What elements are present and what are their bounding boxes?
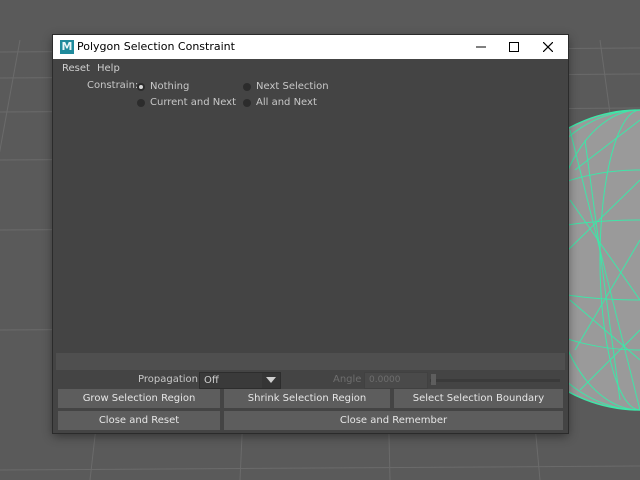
polygon-selection-constraint-dialog: M Polygon Selection Constraint Reset Hel… xyxy=(53,35,568,433)
menu-help[interactable]: Help xyxy=(97,59,120,79)
radio-nothing-label: Nothing xyxy=(150,81,190,92)
radio-unselected-icon xyxy=(137,99,145,107)
slider-track xyxy=(430,379,560,382)
maximize-icon xyxy=(509,42,519,52)
radio-selected-icon xyxy=(137,83,145,91)
grow-selection-region-button[interactable]: Grow Selection Region xyxy=(58,389,220,408)
separator-bar xyxy=(56,353,565,370)
minimize-button[interactable] xyxy=(463,35,499,59)
radio-next-selection-label: Next Selection xyxy=(256,81,329,92)
maximize-button[interactable] xyxy=(496,35,532,59)
menu-reset[interactable]: Reset xyxy=(62,59,90,79)
select-selection-boundary-button[interactable]: Select Selection Boundary xyxy=(394,389,563,408)
propagation-value: Off xyxy=(204,375,219,386)
radio-current-and-next-label: Current and Next xyxy=(150,97,237,108)
angle-input[interactable]: 0.0000 xyxy=(364,372,428,389)
constrain-label: Constrain: xyxy=(87,80,139,91)
close-and-remember-button[interactable]: Close and Remember xyxy=(224,411,563,430)
shrink-selection-region-button[interactable]: Shrink Selection Region xyxy=(224,389,390,408)
slider-handle[interactable] xyxy=(431,374,436,385)
angle-slider[interactable] xyxy=(430,373,560,387)
angle-label: Angle xyxy=(333,374,362,385)
close-and-reset-button[interactable]: Close and Reset xyxy=(58,411,220,430)
minimize-icon xyxy=(476,46,486,48)
angle-value: 0.0000 xyxy=(369,375,401,385)
close-button[interactable] xyxy=(530,35,566,59)
radio-all-and-next-label: All and Next xyxy=(256,97,317,108)
close-icon xyxy=(543,42,553,52)
window-title: Polygon Selection Constraint xyxy=(77,40,235,53)
propagation-label: Propagation: xyxy=(138,374,202,385)
maya-logo-icon: M xyxy=(60,40,74,54)
radio-unselected-icon xyxy=(243,99,251,107)
propagation-dropdown[interactable]: Off xyxy=(199,372,281,389)
title-bar[interactable]: M Polygon Selection Constraint xyxy=(53,35,568,59)
radio-unselected-icon xyxy=(243,83,251,91)
dropdown-arrow-icon xyxy=(262,373,280,388)
menu-bar: Reset Help xyxy=(53,59,568,79)
